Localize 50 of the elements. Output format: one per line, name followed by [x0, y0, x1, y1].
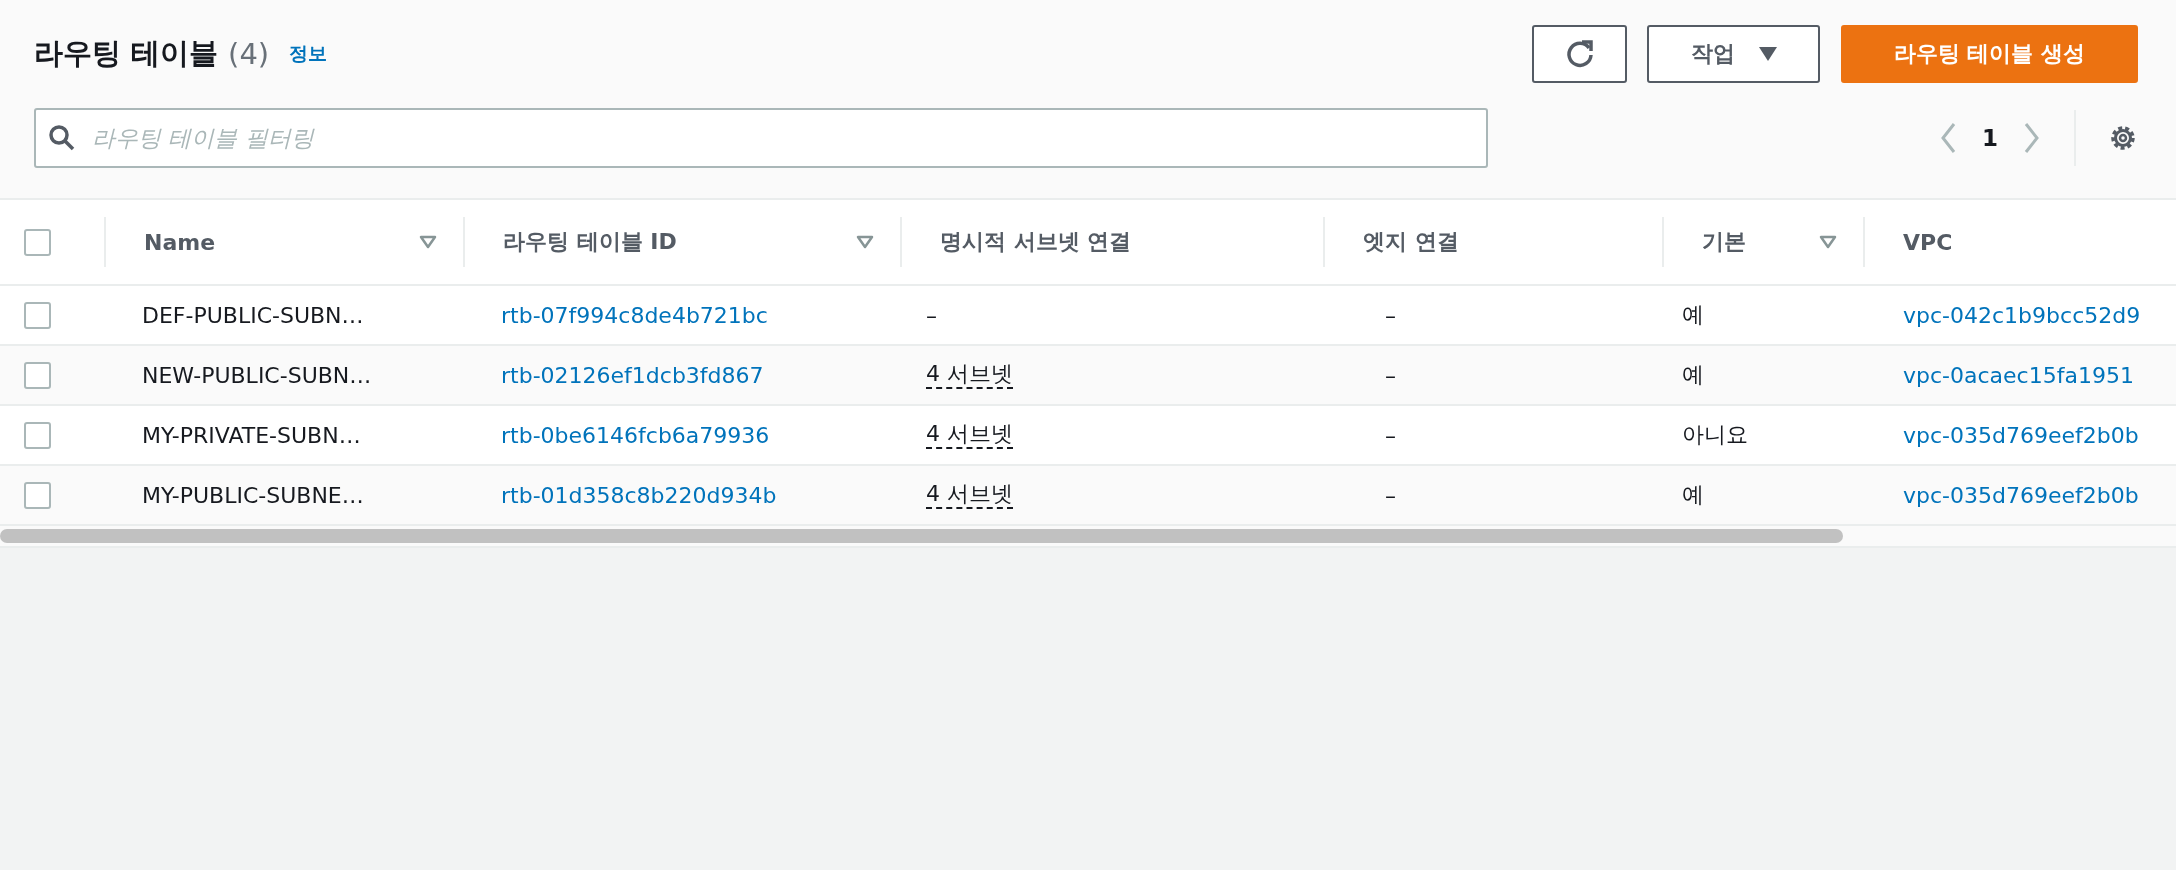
route-table-link[interactable]: rtb-07f994c8de4b721bc — [501, 302, 768, 328]
table-cell: – — [926, 302, 937, 328]
table-cell: – — [1385, 422, 1396, 448]
settings-icon[interactable] — [2108, 123, 2138, 153]
column-header: 명시적 서브넷 연결 — [940, 228, 1132, 256]
table-cell-text: 예 — [1682, 481, 1704, 509]
table-count: (4) — [228, 37, 270, 71]
row-checkbox[interactable] — [24, 301, 51, 329]
table-cell: – — [1385, 482, 1396, 508]
refresh-button[interactable] — [1532, 25, 1627, 83]
table-cell-text: 예 — [1682, 361, 1704, 389]
vpc-link[interactable]: vpc-035d769eef2b0b — [1903, 422, 2139, 448]
table-cell: – — [1385, 362, 1396, 388]
table-cell: MY-PRIVATE-SUBN… — [142, 422, 361, 448]
column-header[interactable]: 기본 — [1702, 227, 1746, 257]
page-title: 라우팅 테이블 — [34, 35, 219, 72]
row-checkbox[interactable] — [24, 481, 51, 509]
vpc-link[interactable]: vpc-035d769eef2b0b — [1903, 482, 2139, 508]
refresh-icon — [1564, 39, 1595, 69]
subnet-count-link[interactable]: 4 서브넷 — [926, 360, 1013, 390]
sort-icon[interactable] — [1819, 235, 1837, 249]
subnet-count-link[interactable]: 4 서브넷 — [926, 420, 1013, 450]
column-header[interactable]: Name — [144, 229, 216, 255]
column-header: 엣지 연결 — [1363, 228, 1459, 256]
table-cell: NEW-PUBLIC-SUBN… — [142, 362, 372, 388]
column-header: VPC — [1903, 229, 1953, 255]
table-cell-text: 아니요 — [1682, 421, 1748, 449]
column-header[interactable]: 라우팅 테이블 ID — [503, 227, 677, 257]
caret-icon — [1758, 47, 1777, 61]
route-table-link[interactable]: rtb-0be6146fcb6a79936 — [501, 422, 770, 448]
select-all-checkbox[interactable] — [24, 228, 51, 256]
page-number[interactable]: 1 — [1982, 125, 1998, 151]
route-table-link[interactable]: rtb-02126ef1dcb3fd867 — [501, 362, 764, 388]
vpc-link[interactable]: vpc-0acaec15fa1951 — [1903, 362, 2134, 388]
sort-icon[interactable] — [419, 235, 437, 249]
create-button[interactable]: 라우팅 테이블 생성 — [1841, 25, 2138, 83]
table-cell: – — [1385, 302, 1396, 328]
vpc-link[interactable]: vpc-042c1b9bcc52d9 — [1903, 302, 2141, 328]
row-checkbox[interactable] — [24, 421, 51, 449]
row-checkbox[interactable] — [24, 361, 51, 389]
route-table-link[interactable]: rtb-01d358c8b220d934b — [501, 482, 777, 508]
sort-icon[interactable] — [856, 235, 874, 249]
actions-dropdown[interactable]: 작업 — [1647, 25, 1820, 83]
subnet-count-link[interactable]: 4 서브넷 — [926, 480, 1013, 510]
table-cell: MY-PUBLIC-SUBNE… — [142, 482, 364, 508]
table-cell-text: 예 — [1682, 301, 1704, 329]
filter-field[interactable]: 라우팅 테이블 필터링 — [34, 108, 1488, 168]
table-cell: DEF-PUBLIC-SUBN… — [142, 302, 364, 328]
scrollbar-thumb[interactable] — [0, 529, 1843, 543]
info-link[interactable]: 정보 — [289, 41, 328, 67]
